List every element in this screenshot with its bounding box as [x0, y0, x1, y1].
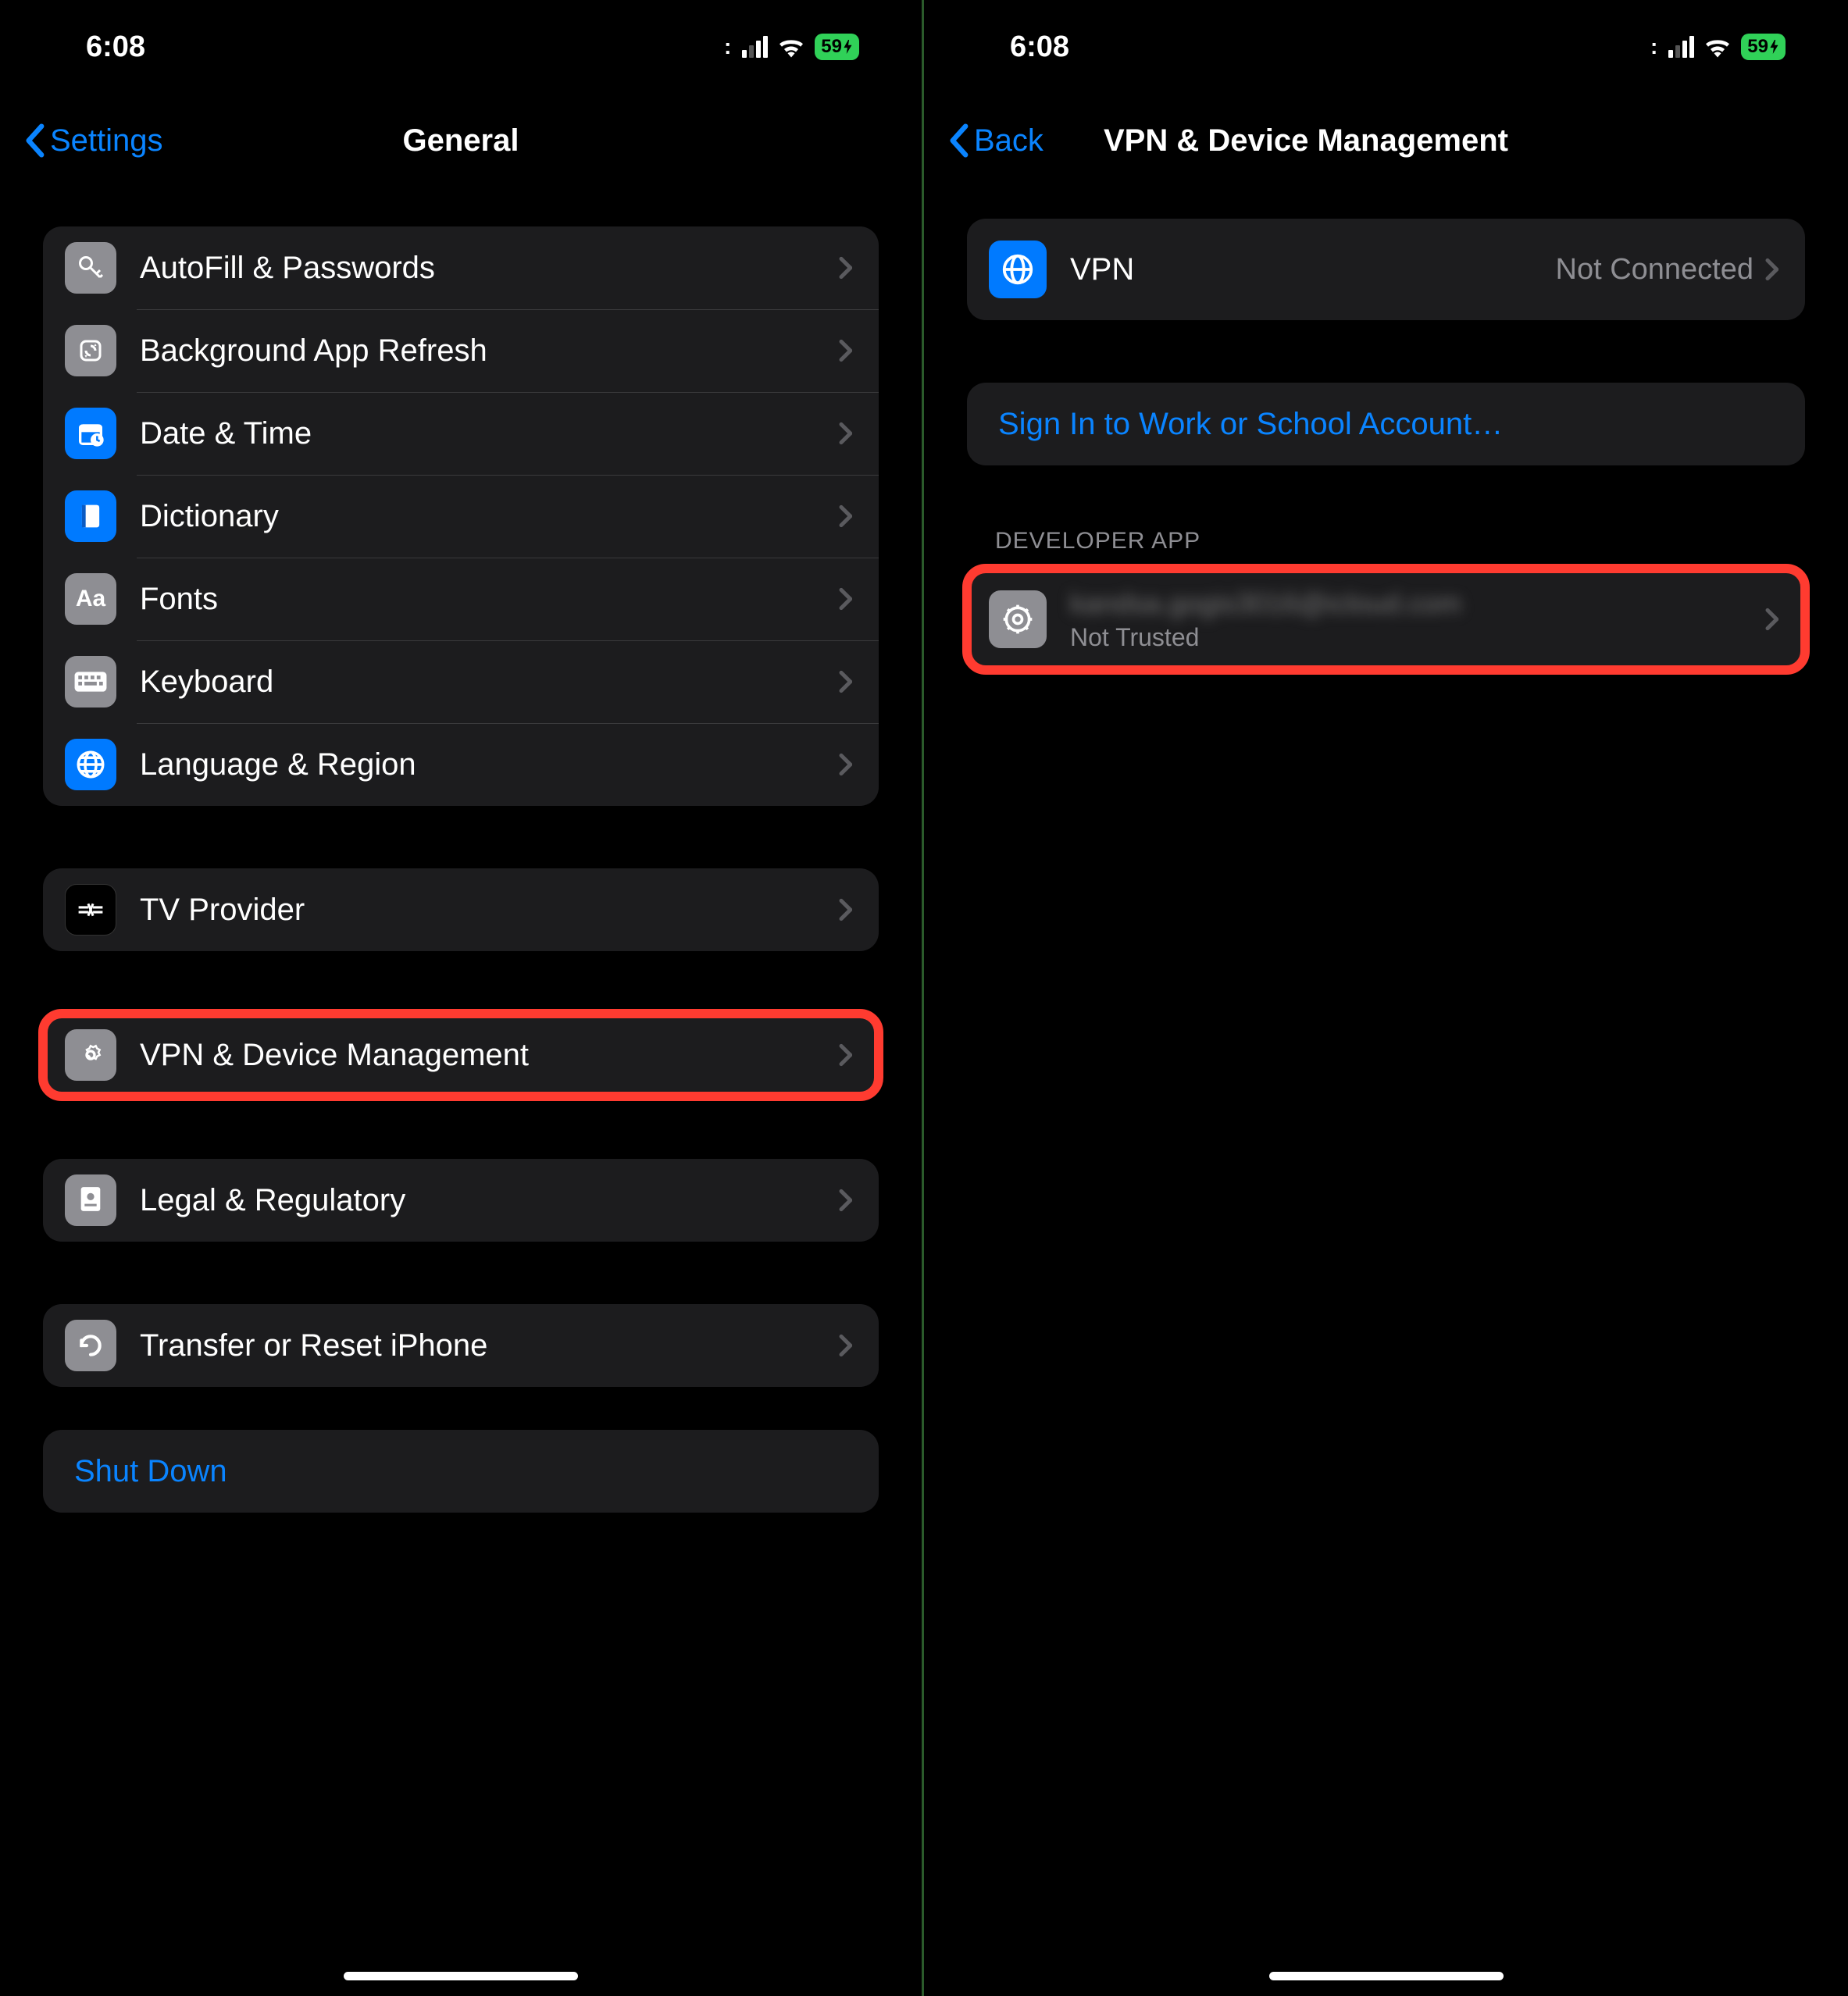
keyboard-icon: [65, 656, 116, 708]
chevron-right-icon: [838, 256, 852, 280]
content: AutoFill & Passwords Background App Refr…: [0, 187, 922, 1996]
status-time: 6:08: [1010, 30, 1069, 64]
row-date-time[interactable]: Date & Time: [43, 392, 879, 475]
dual-sim-icon: :: [1650, 34, 1659, 59]
fonts-icon: Aa: [65, 573, 116, 625]
nav-bar: Settings General: [0, 94, 922, 187]
chevron-right-icon: [838, 422, 852, 445]
row-label: TV Provider: [140, 893, 838, 928]
row-label: Dictionary: [140, 499, 838, 534]
calendar-icon: [65, 408, 116, 459]
group-transfer: Transfer or Reset iPhone: [43, 1304, 879, 1387]
row-label: Shut Down: [74, 1454, 852, 1489]
row-label: Date & Time: [140, 416, 838, 451]
row-label: Keyboard: [140, 665, 838, 700]
group-vpn-status: VPN Not Connected: [967, 219, 1805, 320]
row-tv-provider[interactable]: TV Provider: [43, 868, 879, 951]
dual-sim-icon: :: [724, 34, 733, 59]
row-background-refresh[interactable]: Background App Refresh: [43, 309, 879, 392]
chevron-left-icon: [947, 123, 969, 158]
vpn-globe-icon: [989, 241, 1047, 298]
chevron-right-icon: [838, 898, 852, 921]
nav-bar: Back VPN & Device Management: [924, 94, 1848, 187]
refresh-icon: [65, 325, 116, 376]
status-bar: 6:08 : 59: [924, 0, 1848, 94]
group-signin: Sign In to Work or School Account…: [967, 383, 1805, 465]
row-label: Background App Refresh: [140, 333, 838, 369]
chevron-right-icon: [838, 504, 852, 528]
developer-status: Not Trusted: [1070, 623, 1764, 652]
key-icon: [65, 242, 116, 294]
row-vpn-device-mgmt[interactable]: VPN & Device Management: [43, 1014, 879, 1096]
chevron-right-icon: [838, 587, 852, 611]
row-label: Language & Region: [140, 747, 838, 782]
battery-icon: 59: [1741, 34, 1786, 60]
chevron-right-icon: [838, 753, 852, 776]
cellular-icon: [742, 36, 768, 58]
status-indicators: : 59: [724, 34, 859, 60]
home-indicator[interactable]: [1269, 1972, 1504, 1980]
row-label: Sign In to Work or School Account…: [998, 407, 1778, 442]
tv-provider-icon: [65, 884, 116, 936]
row-fonts[interactable]: Aa Fonts: [43, 558, 879, 640]
row-signin-work-school[interactable]: Sign In to Work or School Account…: [967, 383, 1805, 465]
wifi-icon: [1704, 36, 1732, 58]
chevron-right-icon: [838, 1043, 852, 1067]
certificate-icon: [65, 1174, 116, 1226]
wifi-icon: [777, 36, 805, 58]
chevron-right-icon: [1764, 608, 1778, 631]
home-indicator[interactable]: [344, 1972, 578, 1980]
chevron-left-icon: [23, 123, 45, 158]
row-value: Not Connected: [1556, 253, 1754, 287]
chevron-right-icon: [838, 339, 852, 362]
gear-icon: [989, 590, 1047, 648]
group-tv: TV Provider: [43, 868, 879, 951]
status-indicators: : 59: [1650, 34, 1786, 60]
back-button[interactable]: Back: [947, 123, 1044, 159]
page-title: General: [403, 123, 519, 159]
section-header-developer: DEVELOPER APP: [967, 528, 1805, 569]
status-bar: 6:08 : 59: [0, 0, 922, 94]
row-label: Transfer or Reset iPhone: [140, 1328, 838, 1363]
book-icon: [65, 490, 116, 542]
reset-icon: [65, 1320, 116, 1371]
row-autofill[interactable]: AutoFill & Passwords: [43, 226, 879, 309]
page-title: VPN & Device Management: [1104, 123, 1508, 159]
row-developer-profile[interactable]: kandsa.gogis3016@icloud.com Not Trusted: [967, 569, 1805, 670]
battery-icon: 59: [815, 34, 859, 60]
back-label: Settings: [50, 123, 163, 159]
row-legal[interactable]: Legal & Regulatory: [43, 1159, 879, 1242]
back-button[interactable]: Settings: [23, 123, 163, 159]
group-general-1: AutoFill & Passwords Background App Refr…: [43, 226, 879, 806]
row-label: AutoFill & Passwords: [140, 251, 838, 286]
group-legal: Legal & Regulatory: [43, 1159, 879, 1242]
row-shutdown[interactable]: Shut Down: [43, 1430, 879, 1513]
gear-icon: [65, 1029, 116, 1081]
row-label: Fonts: [140, 582, 838, 617]
back-label: Back: [974, 123, 1044, 159]
chevron-right-icon: [838, 1334, 852, 1357]
row-label: Legal & Regulatory: [140, 1183, 838, 1218]
globe-icon: [65, 739, 116, 790]
row-vpn[interactable]: VPN Not Connected: [967, 219, 1805, 320]
group-developer-app: kandsa.gogis3016@icloud.com Not Trusted: [967, 569, 1805, 670]
row-label: VPN: [1070, 252, 1556, 287]
content: VPN Not Connected Sign In to Work or Sch…: [924, 187, 1848, 1996]
row-language-region[interactable]: Language & Region: [43, 723, 879, 806]
row-transfer-reset[interactable]: Transfer or Reset iPhone: [43, 1304, 879, 1387]
chevron-right-icon: [1764, 258, 1778, 281]
chevron-right-icon: [838, 1189, 852, 1212]
phone-general: 6:08 : 59 Settings General AutoFill & Pa…: [0, 0, 924, 1996]
cellular-icon: [1668, 36, 1694, 58]
developer-name: kandsa.gogis3016@icloud.com: [1070, 587, 1764, 620]
row-keyboard[interactable]: Keyboard: [43, 640, 879, 723]
group-vpn: VPN & Device Management: [43, 1014, 879, 1096]
row-dictionary[interactable]: Dictionary: [43, 475, 879, 558]
row-label: VPN & Device Management: [140, 1038, 838, 1073]
phone-vpn-mgmt: 6:08 : 59 Back VPN & Device Management V…: [924, 0, 1848, 1996]
group-shutdown: Shut Down: [43, 1430, 879, 1513]
chevron-right-icon: [838, 670, 852, 693]
status-time: 6:08: [86, 30, 145, 64]
